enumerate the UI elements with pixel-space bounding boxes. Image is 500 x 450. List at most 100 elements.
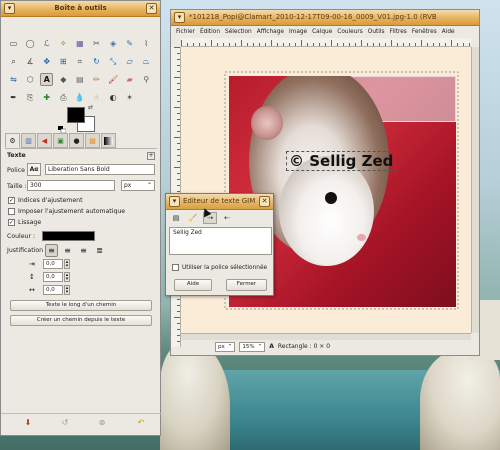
text-editor-titlebar[interactable]: ▾ Éditeur de texte GIM ✕ (166, 194, 273, 210)
close-icon[interactable]: ✕ (146, 3, 157, 14)
rtl-text-icon[interactable]: ⇠ (220, 212, 234, 224)
reset-colors-icon[interactable] (58, 126, 67, 134)
fuzzy-select-icon[interactable]: ✧ (57, 37, 70, 50)
tab-gradients[interactable] (101, 133, 116, 148)
hinting-checkbox[interactable]: ✓ (8, 197, 15, 204)
tab-images[interactable]: ▣ (53, 133, 68, 148)
blend-icon[interactable]: ▤ (73, 73, 86, 86)
panel-menu-icon[interactable]: + (147, 152, 155, 160)
flip-icon[interactable]: ⇋ (7, 73, 20, 86)
vertical-scrollbar[interactable] (471, 47, 479, 333)
text-along-path-button[interactable]: Texte le long d'un chemin (10, 300, 152, 311)
unit-select[interactable]: px ⌃ (215, 341, 236, 352)
blur-icon[interactable]: 💧 (73, 91, 86, 104)
toolbox-titlebar[interactable]: ▾ Boîte à outils ✕ (1, 1, 160, 17)
scale-icon[interactable]: ⤡ (107, 55, 120, 68)
tab-device-status[interactable]: ▥ (21, 133, 36, 148)
scissors-icon[interactable]: ✂ (90, 37, 103, 50)
indent-field[interactable]: 0,0 (43, 259, 63, 269)
save-options-icon[interactable]: ⬇ (23, 418, 33, 428)
indent-spinner[interactable]: ▴ ▾ (64, 259, 70, 269)
menu-item[interactable]: Fenêtres (412, 29, 437, 35)
justify-center-icon[interactable]: ≡ (77, 244, 90, 257)
menu-item[interactable]: Affichage (257, 29, 284, 35)
reset-options-icon[interactable]: ↶ (136, 418, 146, 428)
star-icon[interactable]: ✶ (123, 91, 136, 104)
menu-item[interactable]: Filtres (390, 29, 407, 35)
zoom-icon[interactable]: ⌕ (7, 55, 20, 68)
foreground-select-icon[interactable]: ◈ (107, 37, 120, 50)
perspective-icon[interactable]: ⏢ (140, 55, 153, 68)
window-menu-icon[interactable]: ▾ (169, 196, 180, 207)
menu-item[interactable]: Fichier (176, 29, 195, 35)
tab-brushes[interactable]: ● (69, 133, 84, 148)
menu-item[interactable]: Aide (442, 29, 455, 35)
dodge-icon[interactable]: ◐ (107, 91, 120, 104)
text-icon[interactable]: A (40, 73, 54, 86)
open-file-icon[interactable]: ▤ (169, 212, 183, 224)
line-spacing-field[interactable]: 0,0 (43, 272, 63, 282)
justify-right-icon[interactable]: ≡ (61, 244, 74, 257)
letter-spacing-spinner[interactable]: ▴ ▾ (64, 285, 70, 295)
menu-item[interactable]: Image (289, 29, 307, 35)
delete-options-icon[interactable]: ⊗ (97, 418, 107, 428)
ellipse-select-icon[interactable]: ◯ (24, 37, 37, 50)
tab-patterns[interactable]: ▩ (85, 133, 100, 148)
tab-tool-options[interactable]: ⚙ (5, 133, 20, 148)
line-spacing-spinner[interactable]: ▴ ▾ (64, 272, 70, 282)
antialias-checkbox[interactable]: ✓ (8, 219, 15, 226)
menu-item[interactable]: Édition (200, 29, 220, 35)
font-browser-icon[interactable]: Aα (27, 163, 41, 176)
crop-icon[interactable]: ⌗ (73, 55, 86, 68)
ink-icon[interactable]: ✒ (7, 91, 20, 104)
zoom-select[interactable]: 15% ⌃ (239, 341, 266, 352)
heal-icon[interactable]: ✚ (40, 91, 53, 104)
paintbrush-icon[interactable]: 🖌 (107, 73, 120, 86)
swap-colors-icon[interactable]: ⇄ (88, 104, 93, 111)
paths-icon[interactable]: ✎ (123, 37, 136, 50)
image-titlebar[interactable]: ▾ *101218_Popi@Clamart_2010-12-17T09-00-… (171, 10, 479, 26)
text-editor-area[interactable]: Sellig Zed (169, 227, 272, 255)
rect-select-icon[interactable]: ▭ (7, 37, 20, 50)
color-select-icon[interactable]: ▦ (73, 37, 86, 50)
align-icon[interactable]: ⊞ (57, 55, 70, 68)
airbrush-icon[interactable]: ⚲ (140, 73, 153, 86)
horizontal-ruler[interactable] (181, 38, 471, 47)
size-unit-select[interactable]: px ⌃ (121, 180, 155, 191)
letter-spacing-field[interactable]: 0,0 (43, 285, 63, 295)
smudge-icon[interactable]: ☝ (90, 91, 103, 104)
tab-undo[interactable]: ◀ (37, 133, 52, 148)
justify-fill-icon[interactable]: ≣ (93, 244, 106, 257)
foreground-color-swatch[interactable] (67, 107, 85, 123)
color-picker-icon[interactable]: ⌇ (140, 37, 153, 50)
close-icon[interactable]: ✕ (259, 196, 270, 207)
move-icon[interactable]: ✥ (40, 55, 53, 68)
perspective-clone-icon[interactable]: ⎙ (57, 91, 70, 104)
lasso-icon[interactable]: ℒ (40, 37, 53, 50)
close-button[interactable]: Fermer (226, 279, 267, 291)
window-menu-icon[interactable]: ▾ (174, 12, 185, 23)
text-layer[interactable]: © Sellig Zed (286, 151, 397, 171)
horizontal-scrollbar[interactable] (181, 333, 471, 340)
menu-item[interactable]: Outils (368, 29, 385, 35)
clone-icon[interactable]: ⎘ (24, 91, 37, 104)
menu-item[interactable]: Couleurs (337, 29, 363, 35)
eraser-icon[interactable]: ▰ (123, 73, 136, 86)
size-field[interactable]: 300 (27, 180, 115, 191)
cage-icon[interactable]: ⬡ (24, 73, 37, 86)
use-font-checkbox[interactable] (172, 264, 179, 271)
text-color-button[interactable] (42, 231, 95, 241)
bucket-fill-icon[interactable]: ◆ (57, 73, 70, 86)
menu-item[interactable]: Calque (312, 29, 332, 35)
path-from-text-button[interactable]: Créer un chemin depuis le texte (10, 315, 152, 326)
help-button[interactable]: Aide (174, 279, 212, 291)
clear-text-icon[interactable]: 🧹 (186, 212, 200, 224)
justify-left-icon[interactable]: ≡ (45, 244, 58, 257)
pencil-icon[interactable]: ✏ (90, 73, 103, 86)
font-field[interactable]: Liberation Sans Bold (45, 164, 155, 175)
measure-icon[interactable]: ∡ (24, 55, 37, 68)
shear-icon[interactable]: ▱ (123, 55, 136, 68)
force-hinting-checkbox[interactable] (8, 208, 15, 215)
menu-item[interactable]: Sélection (225, 29, 252, 35)
restore-options-icon[interactable]: ↺ (60, 418, 70, 428)
